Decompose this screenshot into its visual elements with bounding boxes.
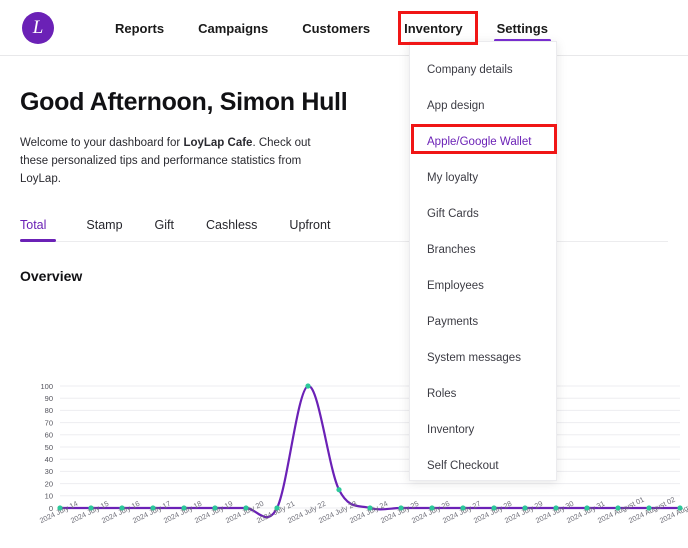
overview-heading: Overview [20,268,83,285]
dropdown-item-system-messages[interactable]: System messages [410,340,556,376]
dropdown-item-label: Roles [427,388,457,400]
chart-ytick-label: 60 [45,431,53,440]
chart-data-point[interactable] [181,505,187,511]
tab-label: Stamp [86,218,123,233]
dropdown-item-company-details[interactable]: Company details [410,52,556,88]
dropdown-item-inventory[interactable]: Inventory [410,412,556,448]
dropdown-item-gift-cards[interactable]: Gift Cards [410,196,556,232]
tab-upfront[interactable]: Upfront [273,218,346,241]
chart-ytick-label: 20 [45,479,53,488]
top-navbar: L Reports Campaigns Customers Inventory … [0,0,688,56]
chart-ytick-label: 80 [45,406,53,415]
overview-chart-svg: 0 10 20 30 40 50 60 70 80 90 100 [40,382,683,519]
chart-data-point[interactable] [522,505,528,511]
nav-item-label: Campaigns [198,20,269,36]
dropdown-item-my-loyalty[interactable]: My loyalty [410,160,556,196]
chart-ytick-label: 90 [45,394,53,403]
metric-tabs: Total Stamp Gift Cashless Upfront [20,210,668,243]
tab-label: Total [20,218,47,233]
tab-stamp[interactable]: Stamp [70,218,138,241]
dropdown-item-label: Self Checkout [427,460,499,472]
tab-label: Gift [154,218,174,233]
tab-label: Upfront [289,218,331,233]
page-content: Good Afternoon, Simon Hull Welcome to yo… [0,56,688,284]
dropdown-item-label: Inventory [427,424,475,436]
dropdown-item-employees[interactable]: Employees [410,268,556,304]
loylap-logo[interactable]: L [22,12,54,44]
dropdown-item-roles[interactable]: Roles [410,376,556,412]
chart-series-line [59,384,680,519]
nav-item-label: Reports [115,20,165,36]
nav-item-label: Settings [496,20,548,36]
chart-data-point[interactable] [584,505,590,511]
chart-ytick-label: 40 [45,455,53,464]
nav-item-label: Inventory [404,20,463,36]
chart-ytick-label: 100 [40,382,53,391]
chart-data-point[interactable] [243,505,249,511]
dropdown-item-label: System messages [427,352,521,364]
dropdown-item-app-design[interactable]: App design [410,88,556,124]
dropdown-item-label: Apple/Google Wallet [427,136,532,148]
logo-letter: L [32,16,44,38]
dropdown-item-label: App design [427,100,485,112]
tab-label: Cashless [206,218,258,233]
chart-data-point[interactable] [88,505,94,511]
chart-ytick-label: 10 [45,492,53,501]
chart-ytick-label: 50 [45,443,53,452]
nav-item-label: Customers [302,20,371,36]
dropdown-item-label: Employees [427,280,484,292]
chart-data-point[interactable] [491,505,497,511]
chart-data-point[interactable] [553,505,559,511]
dropdown-item-label: Company details [427,64,513,76]
chart-data-point[interactable] [212,505,218,511]
chart-ytick-labels: 0 10 20 30 40 50 60 70 80 90 100 [40,382,53,513]
dropdown-item-label: Payments [427,316,479,328]
welcome-prefix: Welcome to your dashboard for [20,137,184,149]
tab-cashless[interactable]: Cashless [190,218,273,241]
chart-ytick-label: 0 [49,504,53,513]
chart-data-point[interactable] [336,487,342,493]
page-title: Good Afternoon, Simon Hull [20,88,348,116]
tab-total[interactable]: Total [20,218,70,243]
welcome-text: Welcome to your dashboard for LoyLap Caf… [20,135,340,188]
chart-data-point[interactable] [305,383,311,389]
chart-data-point[interactable] [460,505,466,511]
chart-data-point[interactable] [57,505,63,511]
dashboard-page: L Reports Campaigns Customers Inventory … [0,0,688,548]
chart-data-point[interactable] [429,505,435,511]
tab-gift[interactable]: Gift [139,218,190,241]
chart-ytick-label: 30 [45,467,53,476]
chart-data-point[interactable] [119,505,125,511]
chart-data-point[interactable] [646,505,652,511]
chart-data-point[interactable] [677,505,683,511]
dropdown-item-self-checkout[interactable]: Self Checkout [410,448,556,484]
dropdown-item-branches[interactable]: Branches [410,232,556,268]
chart-ytick-label: 70 [45,418,53,427]
dropdown-item-label: My loyalty [427,172,479,184]
dropdown-item-label: Branches [427,244,476,256]
dropdown-item-label: Gift Cards [427,208,479,220]
welcome-business-name: LoyLap Cafe [183,137,253,149]
dropdown-item-payments[interactable]: Payments [410,304,556,340]
dropdown-item-apple-google-wallet[interactable]: Apple/Google Wallet [410,124,556,160]
chart-data-point[interactable] [150,505,156,511]
chart-data-point[interactable] [398,505,404,511]
chart-data-point[interactable] [274,505,280,511]
nav-item-customers[interactable]: Customers [285,0,387,56]
chart-gridlines [60,385,680,509]
chart-data-point[interactable] [367,505,373,511]
nav-item-reports[interactable]: Reports [98,0,181,56]
overview-chart: 0 10 20 30 40 50 60 70 80 90 100 2024 July 14 2024 … [0,380,688,548]
nav-item-campaigns[interactable]: Campaigns [181,0,285,56]
settings-dropdown-menu: Company details App design Apple/Google Wa… [409,41,557,481]
chart-data-point[interactable] [615,505,621,511]
